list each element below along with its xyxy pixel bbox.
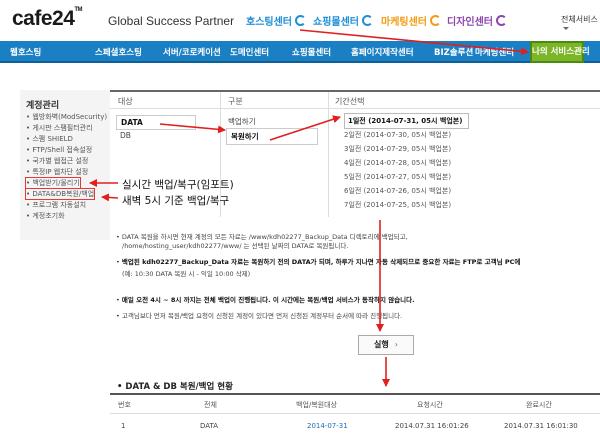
status-col-complete: 완료시간 — [526, 401, 552, 409]
tagline: Global Success Partner — [108, 14, 235, 28]
status-cell-no: 1 — [121, 422, 126, 430]
chevron-right-icon: › — [394, 340, 398, 349]
sidebar-title: 계정관리 — [26, 101, 60, 111]
main-nav: 웹호스팅 스페셜호스팅 서버/코로케이션 도메인센터 쇼핑몰센터 홈페이지제작센… — [0, 41, 600, 63]
col-header-type: 구분 — [228, 97, 243, 106]
annotation-dawn: 새벽 5시 기준 백업/복구 — [122, 195, 230, 207]
status-cell-type: DATA — [200, 422, 219, 430]
run-button[interactable]: 실행 › — [358, 335, 414, 355]
sidebar-item-country-access[interactable]: • 국가별 웹접근 설정 — [26, 156, 88, 166]
col-header-target: 대상 — [118, 97, 133, 106]
top-header: cafe24TM Global Success Partner 호스팅센터 쇼핑… — [0, 0, 600, 40]
c-logo-icon — [295, 15, 306, 26]
notice-line: • 백업된 kdh02277_Backup_Data 자료는 복원하기 전의 D… — [116, 258, 521, 266]
status-col-no: 번호 — [118, 401, 131, 409]
header-divider — [110, 108, 600, 109]
sidebar-item-backup-upload[interactable]: • 백업받기/올리기 — [25, 177, 81, 189]
period-option-5[interactable]: 5일전 (2014-07-27, 05시 백업본) — [344, 172, 451, 182]
notice-line: • DATA 복원을 하시면 현재 계정의 모든 자료는 /www/kdh022… — [116, 233, 408, 241]
c-logo-icon — [430, 15, 441, 26]
all-services-dropdown[interactable]: 전체서비스 — [561, 14, 600, 34]
col-header-period: 기간선택 — [335, 97, 365, 106]
sidebar-item-spam-filter[interactable]: • 게시판 스팸필터관리 — [26, 123, 93, 133]
marketing-center-link[interactable]: 마케팅센터 — [381, 13, 441, 28]
c-logo-icon — [362, 15, 373, 26]
status-col-request: 요청시간 — [417, 401, 443, 409]
notice-line: /home/hosting_user/kdh02277/www/ 는 선택된 날… — [122, 242, 349, 250]
notice-line: (예: 10:30 DATA 복원 시 - 익일 10:00 삭제) — [122, 270, 251, 278]
sidebar-item-ip-block[interactable]: • 특정IP 웹차단 설정 — [26, 167, 88, 177]
sidebar-item-ftp-shell[interactable]: • FTP/Shell 접속설정 — [26, 145, 92, 155]
hosting-center-link[interactable]: 호스팅센터 — [246, 13, 306, 28]
period-option-2[interactable]: 2일전 (2014-07-30, 05시 백업본) — [344, 130, 451, 140]
type-backup-option[interactable]: 백업하기 — [228, 116, 256, 127]
nav-server-colocation[interactable]: 서버/코로케이션 — [163, 46, 221, 58]
period-option-3[interactable]: 3일전 (2014-07-29, 05시 백업본) — [344, 144, 451, 154]
target-data-option[interactable]: DATA — [116, 115, 196, 130]
nav-special-hosting[interactable]: 스페셜호스팅 — [95, 46, 142, 58]
type-restore-option[interactable]: 복원하기 — [226, 128, 318, 145]
annotation-realtime: 실시간 백업/복구(임포트) — [122, 179, 234, 191]
nav-web-hosting[interactable]: 웹호스팅 — [10, 46, 41, 58]
status-divider — [110, 413, 600, 414]
status-cell-date-link[interactable]: 2014-07-31 — [307, 422, 348, 430]
sidebar-item-auto-install[interactable]: • 프로그램 자동설치 — [26, 200, 86, 210]
status-cell-complete-time: 2014.07.31 16:01:30 — [504, 422, 578, 430]
nav-marketing-center[interactable]: 마케팅센터 — [475, 46, 514, 58]
c-logo-icon — [496, 15, 507, 26]
notice-line: • 매일 오전 4시 ~ 8시 까지는 전체 백업이 진행됩니다. 이 시간에는… — [116, 296, 415, 304]
nav-my-service[interactable]: 나의 서비스관리 — [530, 41, 590, 63]
status-col-all: 전체 — [204, 401, 217, 409]
sidebar-item-modsecurity[interactable]: • 웹방화벽(ModSecurity) — [26, 112, 107, 122]
target-db-option[interactable]: DB — [120, 131, 131, 140]
period-option-6[interactable]: 6일전 (2014-07-26, 05시 백업본) — [344, 186, 451, 196]
design-center-link[interactable]: 디자인센터 — [447, 13, 507, 28]
nav-domain-center[interactable]: 도메인센터 — [230, 46, 269, 58]
period-option-1[interactable]: 1일전 (2014-07-31, 05시 백업본) — [344, 113, 470, 129]
status-title: • DATA & DB 복원/백업 현황 — [117, 382, 233, 392]
period-option-7[interactable]: 7일전 (2014-07-25, 05시 백업본) — [344, 200, 451, 210]
sidebar-item-data-db-restore[interactable]: • DATA&DB복원/백업 — [24, 188, 96, 200]
status-table: 번호 전체 백업/복원대상 요청시간 완료시간 1 DATA 2014-07-3… — [110, 393, 600, 438]
sidebar-item-account-reset[interactable]: • 계정초기화 — [26, 211, 65, 221]
column-divider — [328, 92, 329, 217]
period-option-4[interactable]: 4일전 (2014-07-28, 05시 백업본) — [344, 158, 451, 168]
sidebar: 계정관리 • 웹방화벽(ModSecurity) • 게시판 스팸필터관리 • … — [20, 90, 110, 240]
nav-shopping-center[interactable]: 쇼핑몰센터 — [292, 46, 331, 58]
shopping-center-link[interactable]: 쇼핑몰센터 — [313, 13, 373, 28]
nav-homepage-center[interactable]: 홈페이지제작센터 — [351, 46, 414, 58]
status-cell-request-time: 2014.07.31 16:01:26 — [395, 422, 469, 430]
sidebar-item-spam-shield[interactable]: • 스팸 SHIELD — [26, 134, 73, 144]
nav-biz-solution[interactable]: BIZ솔루션 — [434, 46, 473, 58]
cafe24-logo[interactable]: cafe24TM — [12, 7, 83, 31]
notice-line: • 고객님보다 먼저 복원/백업 요청이 신청된 계정이 있다면 먼저 신청된 … — [116, 312, 403, 320]
status-col-target: 백업/복원대상 — [296, 401, 337, 409]
